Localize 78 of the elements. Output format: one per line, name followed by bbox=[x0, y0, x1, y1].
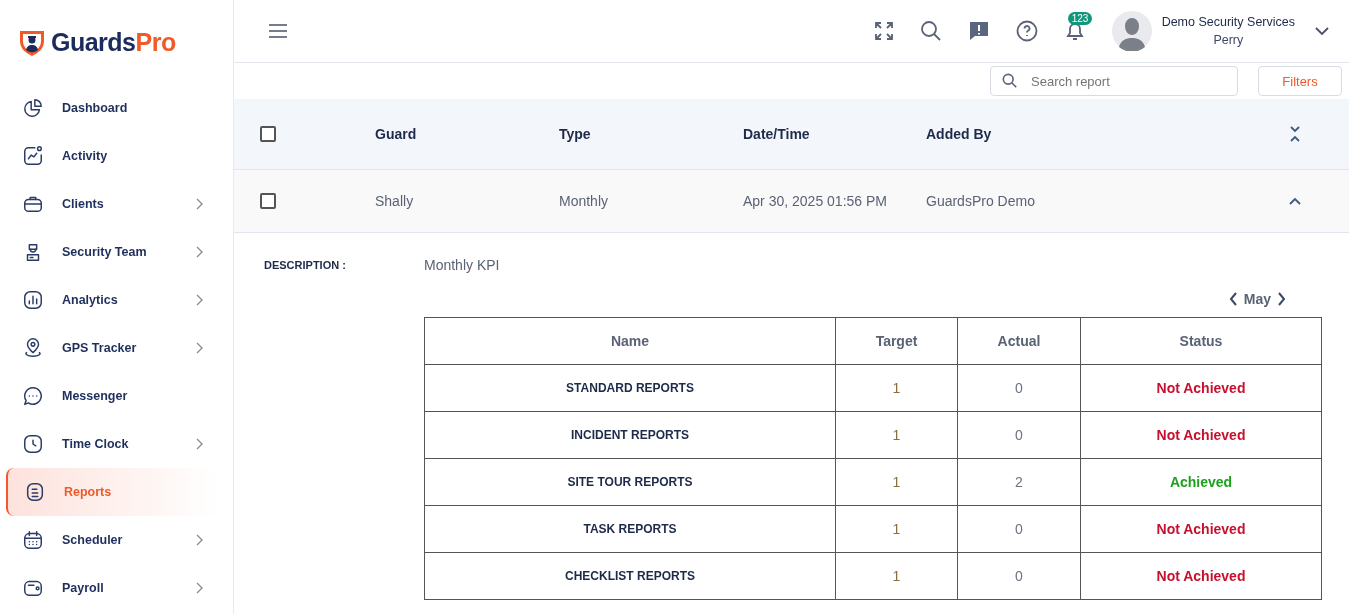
chevron-right-icon bbox=[195, 246, 203, 258]
sidebar-item[interactable]: Clients bbox=[6, 180, 219, 228]
fullscreen-icon[interactable] bbox=[873, 21, 894, 41]
column-header: Guard bbox=[375, 126, 418, 142]
column-header: Actual bbox=[957, 317, 1081, 365]
location-pin-icon bbox=[22, 337, 44, 359]
table-cell: 0 bbox=[957, 505, 1081, 553]
bar-chart-icon bbox=[22, 289, 44, 311]
sidebar-item[interactable]: Time Clock bbox=[6, 420, 219, 468]
status-cell: Not Achieved bbox=[1080, 364, 1322, 412]
table-cell: SITE TOUR REPORTS bbox=[424, 458, 836, 506]
sidebar-item[interactable]: Security Team bbox=[6, 228, 219, 276]
alert-message-icon[interactable] bbox=[967, 20, 990, 42]
table-cell: CHECKLIST REPORTS bbox=[424, 552, 836, 600]
column-header: Name bbox=[424, 317, 836, 365]
sidebar-item[interactable]: Activity bbox=[6, 132, 219, 180]
table-cell: 1 bbox=[835, 364, 958, 412]
chevron-right-icon bbox=[195, 582, 203, 594]
collapse-all-icon[interactable] bbox=[1289, 125, 1301, 143]
sidebar-item[interactable]: GPS Tracker bbox=[6, 324, 219, 372]
next-month-button[interactable] bbox=[1277, 292, 1286, 306]
brand-logo-text: GuardsPro bbox=[51, 27, 176, 57]
description-text: Monthly KPI bbox=[424, 257, 501, 273]
table-cell: 1 bbox=[835, 458, 958, 506]
chevron-right-icon bbox=[195, 198, 203, 210]
chevron-right-icon bbox=[195, 438, 203, 450]
table-cell-text: GuardsPro Demo bbox=[926, 193, 1036, 209]
column-header: Date/Time bbox=[743, 126, 811, 142]
previous-month-button[interactable] bbox=[1228, 292, 1238, 306]
table-cell: 0 bbox=[957, 411, 1081, 459]
search-field[interactable]: Search report bbox=[990, 66, 1238, 96]
sidebar-item[interactable]: Messenger bbox=[6, 372, 219, 420]
table-cell: 0 bbox=[957, 552, 1081, 600]
chevron-right-icon bbox=[195, 294, 203, 306]
sidebar-item[interactable]: Dashboard bbox=[6, 84, 219, 132]
pie-chart-icon bbox=[22, 97, 44, 119]
menu-icon[interactable] bbox=[268, 24, 288, 38]
document-icon bbox=[24, 481, 46, 503]
table-cell: INCIDENT REPORTS bbox=[424, 411, 836, 459]
company-name: Demo Security Services bbox=[1161, 15, 1295, 29]
table-cell-text: Shally bbox=[375, 193, 415, 209]
search-icon[interactable] bbox=[919, 20, 942, 42]
table-cell: STANDARD REPORTS bbox=[424, 364, 836, 412]
table-cell-text: Apr 30, 2025 01:56 PM bbox=[743, 193, 888, 209]
user-name: Perry bbox=[1213, 33, 1244, 47]
table-cell-text: Monthly bbox=[559, 193, 610, 209]
sidebar-item[interactable]: Payroll bbox=[6, 564, 219, 612]
status-cell: Achieved bbox=[1080, 458, 1322, 506]
help-icon[interactable] bbox=[1015, 20, 1038, 42]
calendar-icon bbox=[22, 529, 44, 551]
column-header: Status bbox=[1080, 317, 1322, 365]
table-cell: TASK REPORTS bbox=[424, 505, 836, 553]
chevron-right-icon bbox=[195, 534, 203, 546]
chevron-down-icon[interactable] bbox=[1315, 26, 1329, 36]
description-label: DESCRIPTION : bbox=[264, 258, 347, 273]
column-header: Target bbox=[835, 317, 958, 365]
table-cell: 2 bbox=[957, 458, 1081, 506]
chevron-right-icon bbox=[195, 342, 203, 354]
status-cell: Not Achieved bbox=[1080, 411, 1322, 459]
table-cell: 0 bbox=[957, 364, 1081, 412]
column-header: Type bbox=[559, 126, 592, 142]
chat-bubble-icon bbox=[22, 385, 44, 407]
sidebar-item[interactable]: Scheduler bbox=[6, 516, 219, 564]
sidebar-item[interactable]: Analytics bbox=[6, 276, 219, 324]
table-cell: 1 bbox=[835, 552, 958, 600]
status-cell: Not Achieved bbox=[1080, 505, 1322, 553]
status-cell: Not Achieved bbox=[1080, 552, 1322, 600]
clock-icon bbox=[22, 433, 44, 455]
avatar-icon[interactable] bbox=[1111, 11, 1152, 51]
month-label: May bbox=[1243, 291, 1271, 307]
column-header: Added By bbox=[926, 126, 993, 142]
checkbox[interactable] bbox=[260, 193, 276, 209]
table-cell: 1 bbox=[835, 411, 958, 459]
activity-chart-icon bbox=[22, 145, 44, 167]
chevron-up-icon[interactable] bbox=[1289, 197, 1301, 205]
checkbox[interactable] bbox=[260, 126, 276, 142]
notification-badge: 123 bbox=[1067, 12, 1093, 25]
table-cell: 1 bbox=[835, 505, 958, 553]
